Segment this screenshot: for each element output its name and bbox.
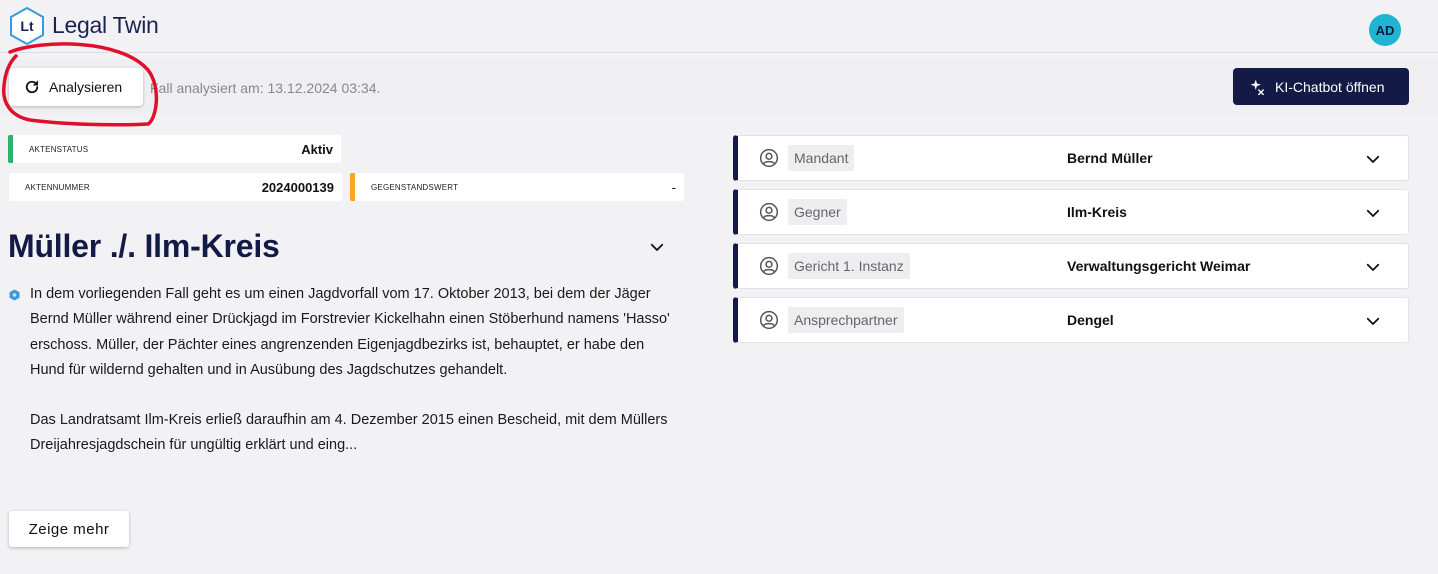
chevron-down-icon[interactable]: [1364, 258, 1382, 276]
party-name: Bernd Müller: [1067, 150, 1153, 166]
party-name: Dengel: [1067, 312, 1114, 328]
party-role: Gegner: [788, 199, 847, 225]
show-more-button[interactable]: Zeige mehr: [9, 511, 129, 547]
file-number-card: AKTENNUMMER 2024000139: [9, 173, 342, 201]
file-number-value: 2024000139: [261, 179, 334, 195]
summary-paragraph: Das Landratsamt Ilm-Kreis erließ daraufh…: [30, 412, 668, 454]
avatar[interactable]: AD: [1369, 14, 1401, 46]
party-role: Ansprechpartner: [788, 307, 904, 333]
user-circle-icon: [759, 256, 779, 276]
analyze-button[interactable]: Analysieren: [9, 68, 143, 106]
sparkle-icon: [1250, 79, 1264, 95]
party-name: Ilm-Kreis: [1067, 204, 1127, 220]
analyzed-timestamp: Fall analysiert am: 13.12.2024 03:34.: [150, 80, 381, 96]
status-value: Aktiv: [301, 141, 333, 157]
case-title: Müller ./. Ilm-Kreis: [8, 228, 280, 264]
party-role: Mandant: [788, 145, 855, 171]
analyze-button-label: Analysieren: [49, 79, 123, 95]
ai-hexagon-icon: [9, 289, 20, 301]
value-label: GEGENSTANDSWERT: [371, 182, 459, 192]
chevron-down-icon[interactable]: [648, 238, 666, 256]
file-number-label: AKTENNUMMER: [25, 182, 90, 192]
user-circle-icon: [759, 148, 779, 168]
logo-hexagon-icon[interactable]: Lt: [9, 6, 45, 46]
chevron-down-icon[interactable]: [1364, 150, 1382, 168]
brand-name[interactable]: Legal Twin: [52, 12, 159, 39]
status-card: AKTENSTATUS Aktiv: [8, 135, 341, 163]
summary-paragraph: In dem vorliegenden Fall geht es um eine…: [30, 286, 670, 378]
user-circle-icon: [759, 310, 779, 330]
logo-text: Lt: [20, 18, 34, 34]
party-name: Verwaltungsgericht Weimar: [1067, 258, 1251, 274]
open-chatbot-button[interactable]: KI-Chatbot öffnen: [1233, 68, 1409, 105]
open-chatbot-label: KI-Chatbot öffnen: [1275, 78, 1385, 95]
value-value: -: [671, 179, 676, 195]
party-row-contact[interactable]: Ansprechpartner Dengel: [733, 297, 1409, 343]
status-label: AKTENSTATUS: [29, 144, 89, 154]
top-bar: Lt Legal Twin AD: [0, 0, 1438, 53]
party-role: Gericht 1. Instanz: [788, 253, 910, 279]
toolbar: Analysieren Fall analysiert am: 13.12.20…: [0, 60, 1438, 114]
case-summary: In dem vorliegenden Fall geht es um eine…: [30, 282, 670, 459]
value-card: GEGENSTANDSWERT -: [350, 173, 684, 201]
refresh-icon: [25, 80, 39, 94]
party-row-court[interactable]: Gericht 1. Instanz Verwaltungsgericht We…: [733, 243, 1409, 289]
chevron-down-icon[interactable]: [1364, 312, 1382, 330]
chevron-down-icon[interactable]: [1364, 204, 1382, 222]
party-row-opponent[interactable]: Gegner Ilm-Kreis: [733, 189, 1409, 235]
party-row-client[interactable]: Mandant Bernd Müller: [733, 135, 1409, 181]
user-circle-icon: [759, 202, 779, 222]
